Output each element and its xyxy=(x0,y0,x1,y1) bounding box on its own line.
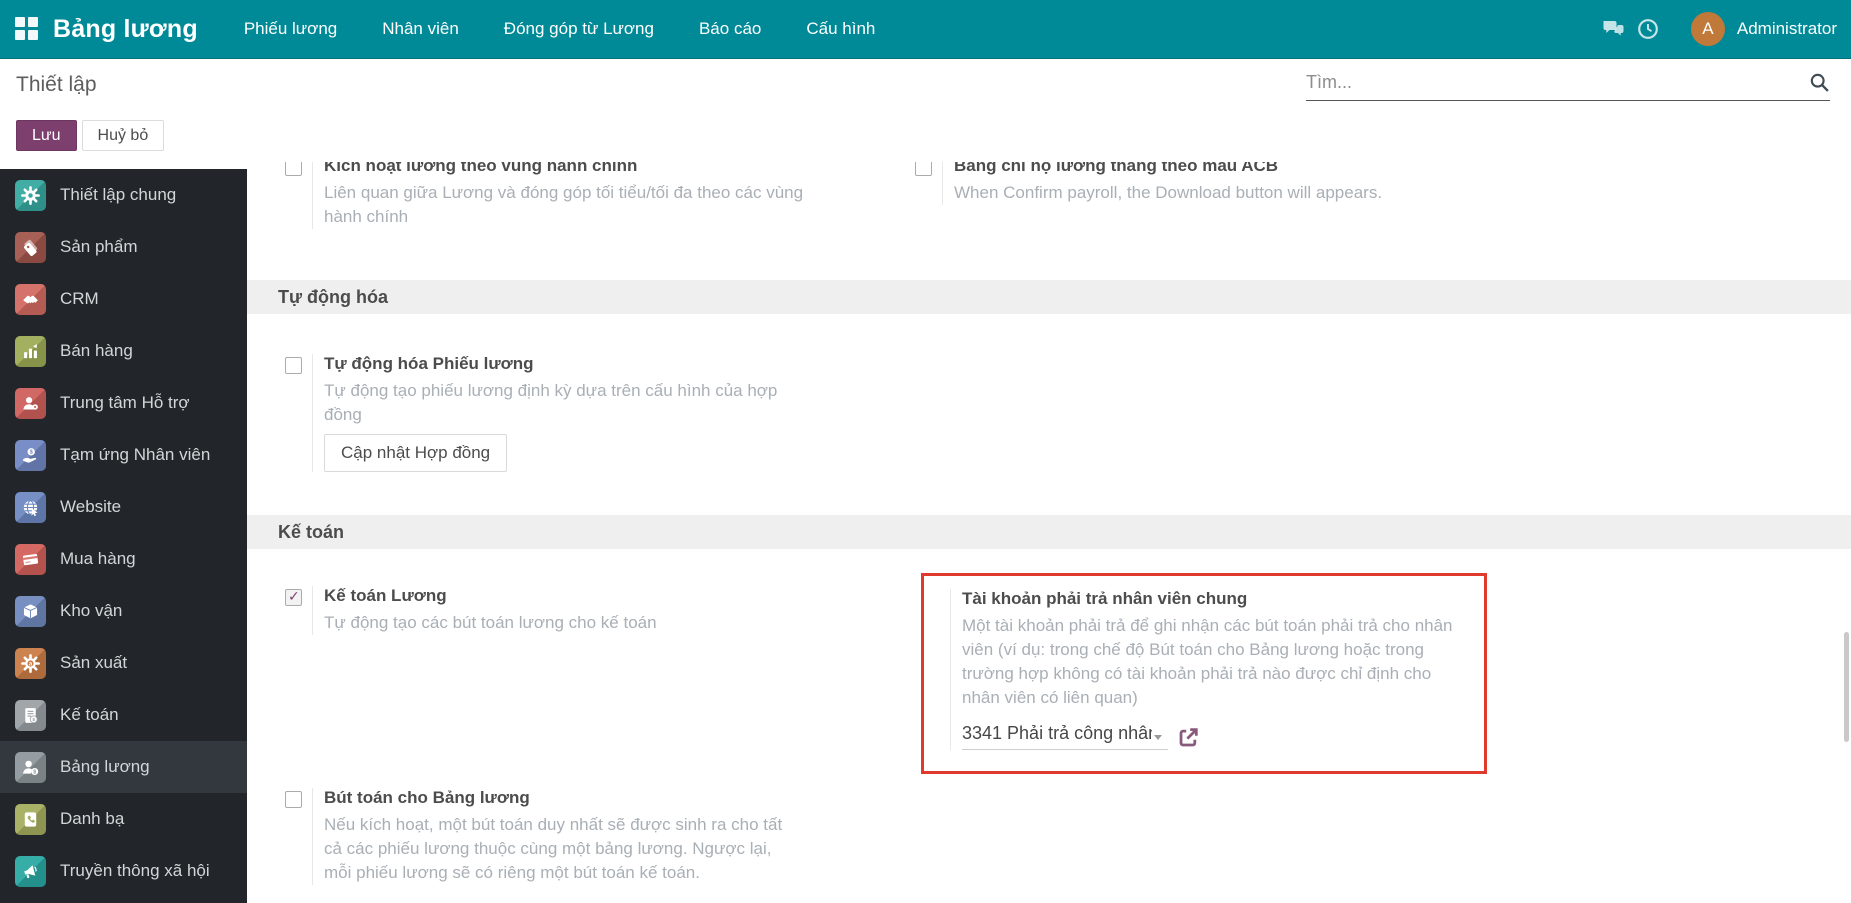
box-icon xyxy=(15,595,46,627)
advance-money-icon: $ xyxy=(15,439,46,471)
credit-card-icon xyxy=(15,543,46,575)
discard-button[interactable]: Huỷ bỏ xyxy=(81,120,165,151)
megaphone-icon xyxy=(15,855,46,887)
apps-grid-icon[interactable] xyxy=(15,17,39,41)
navbar-right: A Administrator xyxy=(1597,12,1837,46)
payable-account-select[interactable]: 3341 Phải trả công nhân v xyxy=(962,723,1168,750)
auto-payslip-checkbox[interactable] xyxy=(285,357,302,374)
setting-title: Tài khoản phải trả nhân viên chung xyxy=(962,589,1248,608)
sales-chart-icon xyxy=(15,335,46,367)
sidebar-item-manufacturing[interactable]: a Sản xuất xyxy=(0,637,247,689)
sidebar-item-products[interactable]: Sản phẩm xyxy=(0,221,247,273)
menu-item-reports[interactable]: Báo cáo xyxy=(697,13,763,45)
sidebar-item-social[interactable]: Truyền thông xã hội xyxy=(0,845,247,897)
payable-account-highlight: Tài khoản phải trả nhân viên chung Một t… xyxy=(921,573,1487,774)
activities-clock-icon[interactable] xyxy=(1631,18,1665,40)
phone-icon xyxy=(15,803,46,835)
setting-desc: Tự động tạo phiếu lương định kỳ dựa trên… xyxy=(324,381,778,424)
sidebar-item-crm[interactable]: CRM xyxy=(0,273,247,325)
setting-title: Tự động hóa Phiếu lương xyxy=(324,354,534,373)
factory-gear-icon: a xyxy=(15,647,46,679)
svg-text:$: $ xyxy=(32,717,35,723)
save-button[interactable]: Lưu xyxy=(16,120,77,151)
setting-region-pay: Kích hoạt lương theo vùng hành chính Liê… xyxy=(285,162,806,229)
sidebar-item-employee-advance[interactable]: $ Tạm ứng Nhân viên xyxy=(0,429,247,481)
settings-content: Kích hoạt lương theo vùng hành chính Liê… xyxy=(247,162,1851,903)
setting-desc: When Confirm payroll, the Download butto… xyxy=(954,183,1383,202)
setting-desc: Nếu kích hoạt, một bút toán duy nhất sẽ … xyxy=(324,815,783,882)
menu-item-contributions[interactable]: Đóng góp từ Lương xyxy=(502,13,656,45)
scrollbar-thumb[interactable] xyxy=(1844,632,1849,742)
app-brand[interactable]: Bảng lương xyxy=(53,15,198,44)
setting-title: Kích hoạt lương theo vùng hành chính xyxy=(324,162,638,175)
acb-sheet-checkbox[interactable] xyxy=(915,162,932,176)
globe-icon xyxy=(15,491,46,523)
setting-batch-entry: Bút toán cho Bảng lương Nếu kích hoạt, m… xyxy=(285,788,802,885)
section-header-automation: Tự động hóa xyxy=(247,280,1851,314)
sidebar-item-accounting[interactable]: $ Kế toán xyxy=(0,689,247,741)
invoice-icon: $ xyxy=(15,699,46,731)
main-menu: Phiếu lương Nhân viên Đóng góp từ Lương … xyxy=(242,13,878,45)
sidebar-item-payroll[interactable]: $ Bảng lương xyxy=(0,741,247,793)
setting-desc: Liên quan giữa Lương và đóng góp tối tiể… xyxy=(324,183,804,226)
helpdesk-icon xyxy=(15,387,46,419)
menu-item-payslips[interactable]: Phiếu lương xyxy=(242,13,339,45)
setting-auto-payslip: Tự động hóa Phiếu lương Tự động tạo phiế… xyxy=(285,354,799,472)
section-header-accounting: Kế toán xyxy=(247,515,1851,549)
external-link-icon[interactable] xyxy=(1177,726,1200,749)
update-contract-button[interactable]: Cập nhật Hợp đồng xyxy=(324,434,508,472)
sidebar-item-inventory[interactable]: Kho vận xyxy=(0,585,247,637)
settings-sidebar: Thiết lập chung Sản phẩm CRM Bán hàng Tr… xyxy=(0,169,247,903)
setting-title: Kế toán Lương xyxy=(324,586,447,605)
menu-item-employees[interactable]: Nhân viên xyxy=(380,13,461,45)
menu-item-configuration[interactable]: Cấu hình xyxy=(804,13,877,45)
payroll-settings-screen: Bảng lương Phiếu lương Nhân viên Đóng gó… xyxy=(0,0,1851,903)
payroll-icon: $ xyxy=(15,751,46,783)
gear-icon xyxy=(15,179,46,211)
setting-title: Bút toán cho Bảng lương xyxy=(324,788,530,807)
setting-title: Bảng chi hộ lương tháng theo mẫu ACB xyxy=(954,162,1279,175)
messages-icon[interactable] xyxy=(1597,17,1631,41)
payable-account-value: 3341 Phải trả công nhân v xyxy=(962,723,1152,743)
setting-payroll-accounting: Kế toán Lương Tự động tạo các bút toán l… xyxy=(285,586,804,635)
sidebar-item-website[interactable]: Website xyxy=(0,481,247,533)
svg-text:$: $ xyxy=(30,449,33,455)
sidebar-item-sales[interactable]: Bán hàng xyxy=(0,325,247,377)
sidebar-item-helpdesk[interactable]: Trung tâm Hỗ trợ xyxy=(0,377,247,429)
user-avatar[interactable]: A xyxy=(1690,12,1725,46)
batch-entry-checkbox[interactable] xyxy=(285,791,302,808)
control-panel: Thiết lập Lưu Huỷ bỏ xyxy=(0,59,1851,162)
page-title: Thiết lập xyxy=(16,73,97,96)
search-input[interactable] xyxy=(1306,72,1809,93)
payroll-accounting-checkbox[interactable] xyxy=(285,588,302,606)
setting-desc: Một tài khoản phải trả để ghi nhận các b… xyxy=(962,616,1453,707)
user-name[interactable]: Administrator xyxy=(1737,19,1837,39)
sidebar-item-general-settings[interactable]: Thiết lập chung xyxy=(0,169,247,221)
tags-icon xyxy=(15,231,46,263)
setting-desc: Tự động tạo các bút toán lương cho kế to… xyxy=(324,613,657,632)
sidebar-item-contacts[interactable]: Danh bạ xyxy=(0,793,247,845)
search-icon[interactable] xyxy=(1809,72,1830,93)
chevron-down-icon xyxy=(1154,735,1162,740)
handshake-icon xyxy=(15,283,46,315)
setting-acb-sheet: Bảng chi hộ lương tháng theo mẫu ACB Whe… xyxy=(915,162,1534,205)
top-navbar: Bảng lương Phiếu lương Nhân viên Đóng gó… xyxy=(0,0,1851,59)
svg-text:$: $ xyxy=(33,769,36,775)
sidebar-item-purchase[interactable]: Mua hàng xyxy=(0,533,247,585)
search-box xyxy=(1306,65,1830,101)
region-pay-checkbox[interactable] xyxy=(285,162,302,176)
